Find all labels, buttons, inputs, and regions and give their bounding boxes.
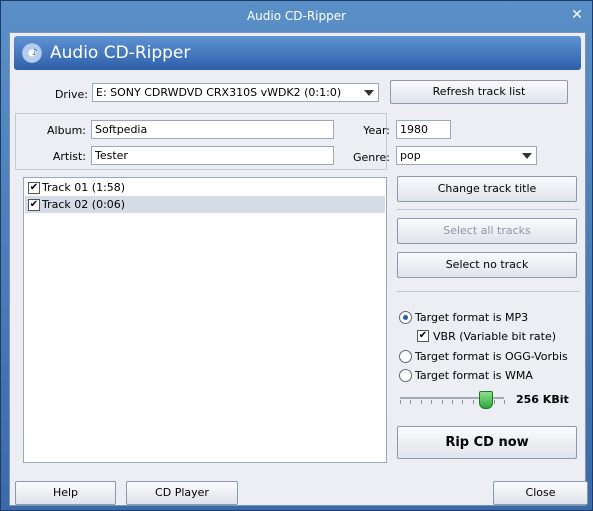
bitrate-label: 256 KBit	[516, 393, 569, 406]
track-2-title: Track 02 (0:06)	[42, 198, 126, 211]
divider	[397, 209, 580, 210]
slider-tick	[452, 400, 453, 404]
slider-tick	[421, 400, 422, 404]
cd-player-button[interactable]: CD Player	[126, 481, 238, 505]
slider-tick	[473, 400, 474, 404]
help-button[interactable]: Help	[15, 481, 116, 505]
genre-label: Genre:	[352, 151, 390, 164]
format-ogg-radio[interactable]	[399, 350, 412, 363]
slider-tick	[442, 400, 443, 404]
slider-tick	[410, 400, 411, 404]
refresh-track-list-button[interactable]: Refresh track list	[390, 80, 568, 104]
track-row-1[interactable]: ✔ Track 01 (1:58)	[25, 179, 385, 196]
bitrate-slider-thumb[interactable]	[479, 391, 493, 409]
format-mp3-radio[interactable]	[399, 311, 412, 324]
drive-label: Drive:	[54, 88, 88, 101]
genre-value: pop	[400, 149, 421, 162]
format-wma-radio[interactable]	[399, 369, 412, 382]
client-area: ♪ Audio CD-Ripper Drive: E: SONY CDRWDVD…	[9, 32, 588, 506]
close-icon[interactable]: ✕	[568, 6, 586, 24]
format-wma-label: Target format is WMA	[415, 369, 533, 382]
album-field[interactable]: Softpedia	[91, 120, 334, 139]
note-icon: ♪	[32, 48, 38, 58]
drive-value: E: SONY CDRWDVD CRX310S vWDK2 (0:1:0)	[96, 86, 342, 99]
divider	[397, 291, 580, 292]
year-field[interactable]: 1980	[396, 120, 451, 139]
track-2-checkbox[interactable]: ✔	[28, 199, 40, 211]
format-mp3-label: Target format is MP3	[415, 311, 529, 324]
rip-cd-button[interactable]: Rip CD now	[397, 426, 577, 459]
year-label: Year:	[363, 124, 390, 137]
track-row-2[interactable]: ✔ Track 02 (0:06)	[25, 196, 385, 213]
window-title: Audio CD-Ripper	[246, 9, 347, 23]
banner-title: Audio CD-Ripper	[50, 43, 191, 63]
track-list[interactable]: ✔ Track 01 (1:58) ✔ Track 02 (0:06)	[23, 177, 387, 463]
slider-tick	[400, 400, 401, 404]
change-track-title-button[interactable]: Change track title	[397, 176, 577, 202]
vbr-label: VBR (Variable bit rate)	[433, 330, 557, 343]
slider-tick	[431, 400, 432, 404]
app-window: Audio CD-Ripper ✕ ♪ Audio CD-Ripper Driv…	[0, 0, 593, 511]
slider-tick	[494, 400, 495, 404]
chevron-down-icon	[364, 90, 374, 96]
drive-select[interactable]: E: SONY CDRWDVD CRX310S vWDK2 (0:1:0)	[92, 83, 379, 102]
artist-label: Artist:	[52, 150, 86, 163]
track-1-title: Track 01 (1:58)	[42, 181, 126, 194]
format-ogg-label: Target format is OGG-Vorbis	[415, 350, 568, 363]
album-label: Album:	[47, 124, 86, 137]
close-button[interactable]: Close	[493, 481, 588, 505]
track-1-checkbox[interactable]: ✔	[28, 182, 40, 194]
select-all-tracks-button[interactable]: Select all tracks	[397, 218, 577, 244]
vbr-checkbox[interactable]: ✔	[417, 330, 429, 342]
select-no-track-button[interactable]: Select no track	[397, 252, 577, 278]
artist-field[interactable]: Tester	[91, 146, 334, 165]
genre-select[interactable]: pop	[396, 146, 537, 165]
slider-tick	[462, 400, 463, 404]
title-bar: Audio CD-Ripper ✕	[1, 1, 592, 31]
slider-tick	[504, 400, 505, 404]
chevron-down-icon	[522, 153, 532, 159]
header-banner: ♪ Audio CD-Ripper	[14, 36, 581, 70]
